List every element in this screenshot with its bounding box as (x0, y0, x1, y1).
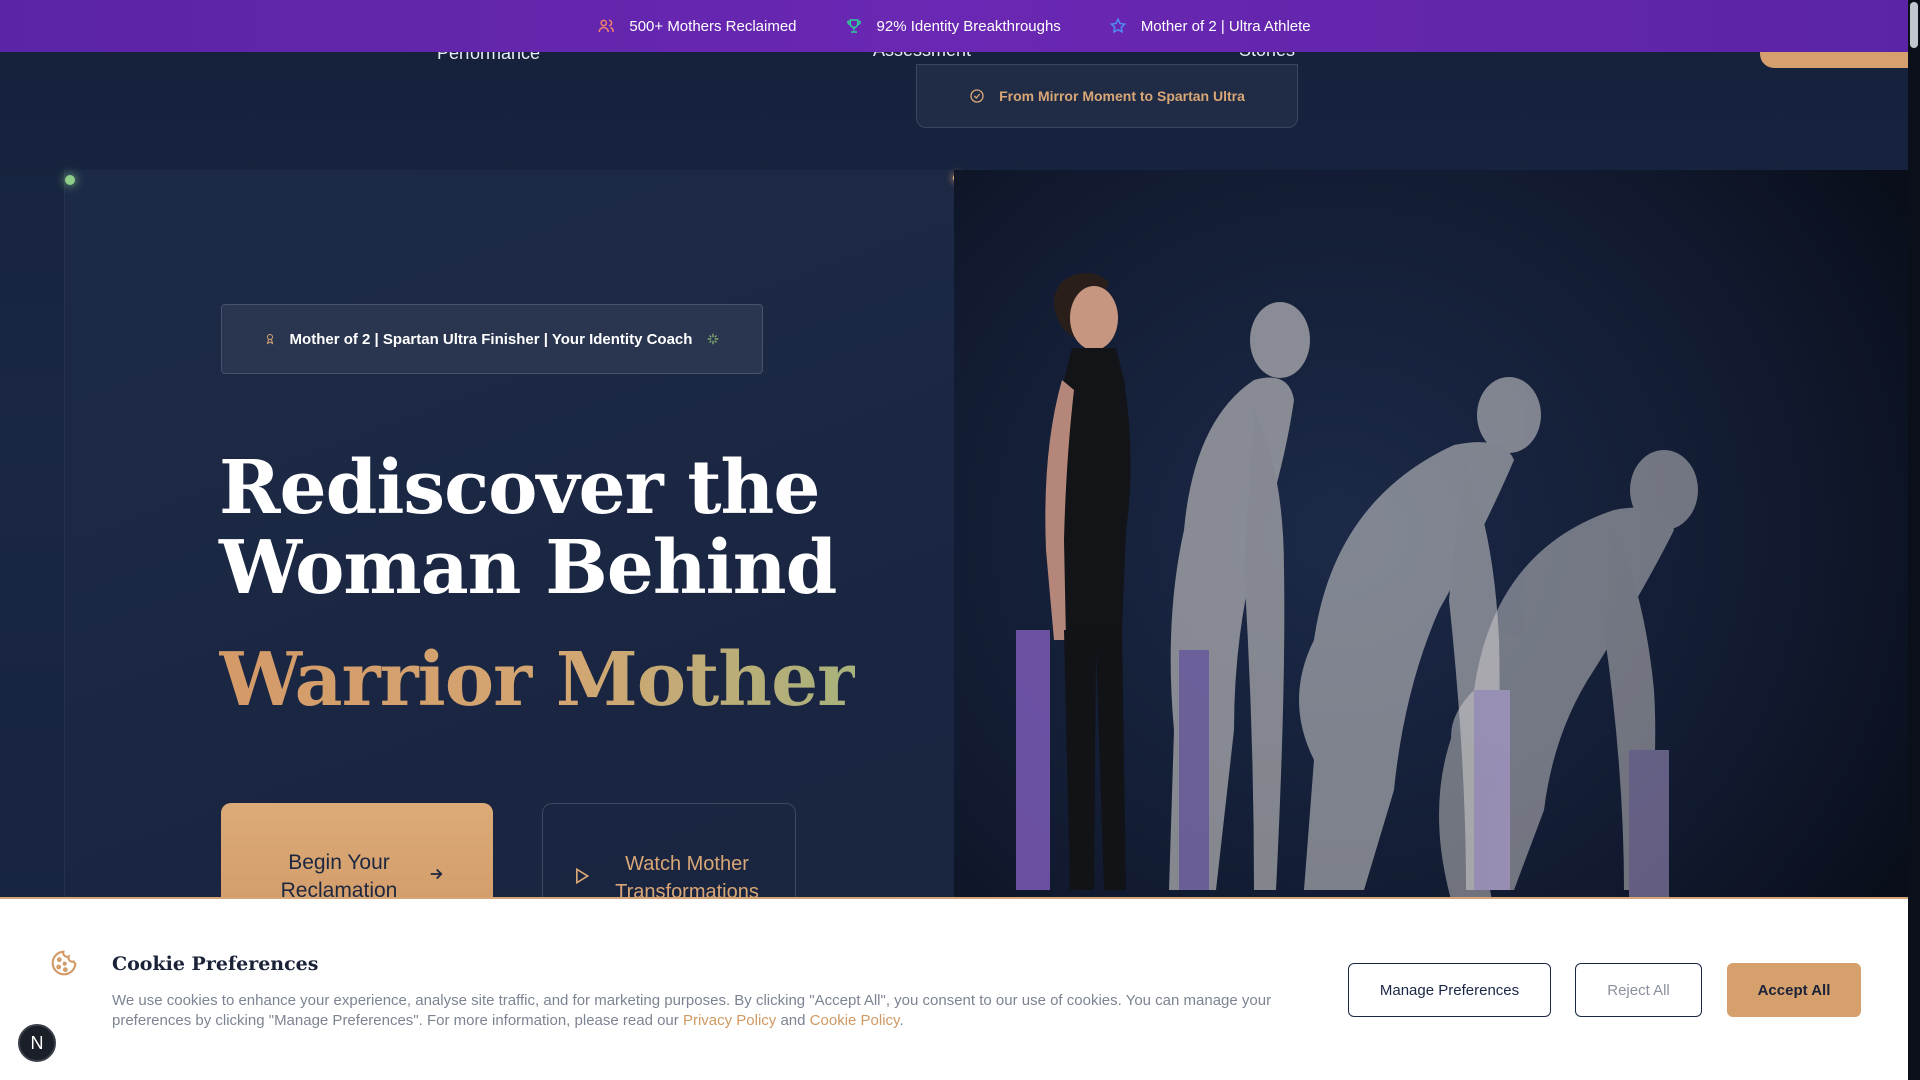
announcement-bar: 500+ Mothers Reclaimed 92% Identity Brea… (0, 0, 1908, 52)
reject-all-button[interactable]: Reject All (1575, 963, 1702, 1017)
check-circle-icon (970, 89, 984, 103)
cookie-description: We use cookies to enhance your experienc… (112, 991, 1292, 1031)
page: 500+ Mothers Reclaimed 92% Identity Brea… (0, 0, 1908, 1080)
stat-identity-breakthroughs: 92% Identity Breakthroughs (845, 17, 1061, 35)
hero-title: Rediscover the Woman Behind (219, 448, 859, 608)
dropdown-item-mirror-moment[interactable]: From Mirror Moment to Spartan Ultra (999, 88, 1245, 104)
hero-badge-text: Mother of 2 | Spartan Ultra Finisher | Y… (289, 330, 693, 348)
star-icon (1109, 17, 1127, 34)
athlete-figure (1169, 302, 1310, 890)
stat-mothers-reclaimed: 500+ Mothers Reclaimed (597, 17, 797, 35)
privacy-policy-link[interactable]: Privacy Policy (683, 1012, 776, 1029)
cookie-icon (51, 950, 77, 976)
accept-all-button[interactable]: Accept All (1727, 963, 1861, 1017)
scrollbar-thumb[interactable] (1910, 2, 1918, 48)
hero-accent-title: Warrior Mother (219, 630, 856, 730)
hero-title-line2: Woman Behind (219, 525, 837, 611)
cookie-period: . (899, 1012, 904, 1029)
award-icon (266, 334, 273, 345)
nav-dropdown: From Mirror Moment to Spartan Ultra (916, 64, 1298, 128)
floating-n-badge[interactable]: N (18, 1024, 56, 1062)
cookie-banner: Cookie Preferences We use cookies to enh… (0, 897, 1908, 1080)
glow-dot (65, 175, 75, 185)
arrow-right-icon (430, 868, 443, 880)
hero-title-line1: Rediscover the (219, 445, 820, 531)
users-icon (598, 19, 615, 33)
stat-ultra-athlete: Mother of 2 | Ultra Athlete (1109, 17, 1311, 35)
hero-badge: Mother of 2 | Spartan Ultra Finisher | Y… (221, 304, 763, 374)
athlete-figure (1016, 272, 1131, 890)
stat-label: 92% Identity Breakthroughs (876, 17, 1061, 35)
stat-label: Mother of 2 | Ultra Athlete (1140, 17, 1311, 35)
play-icon (576, 867, 590, 885)
manage-preferences-button[interactable]: Manage Preferences (1348, 963, 1551, 1017)
sparkle-icon (708, 333, 719, 345)
scrollbar[interactable] (1908, 0, 1920, 1080)
cookie-title: Cookie Preferences (112, 953, 319, 975)
trophy-icon (846, 19, 861, 33)
stat-label: 500+ Mothers Reclaimed (629, 17, 797, 35)
main-nav: Performance Assessment Stories (0, 40, 1908, 72)
cookie-policy-link[interactable]: Cookie Policy (810, 1012, 900, 1029)
cookie-and-text: and (776, 1012, 810, 1029)
